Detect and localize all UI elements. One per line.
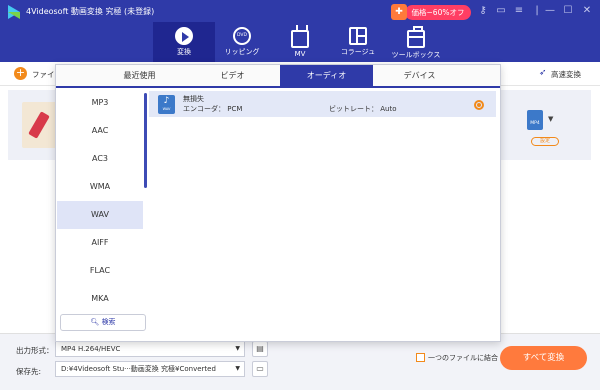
gift-icon: ✚ (391, 4, 407, 20)
format-item-aiff[interactable]: AIFF (57, 229, 143, 257)
save-to-value: D:¥4Videosoft Stu···動画変換 究極¥Converted (61, 365, 216, 373)
format-item-mka[interactable]: MKA (57, 285, 143, 313)
merge-checkbox[interactable] (416, 353, 425, 362)
output-format-value: MP4 H.264/HEVC (61, 345, 121, 353)
tab-mv[interactable]: MV (269, 22, 331, 62)
format-list-scrollbar[interactable] (144, 93, 147, 188)
close-icon[interactable]: ✕ (580, 4, 594, 18)
tab-video[interactable]: ビデオ (186, 65, 279, 86)
preset-encoder: エンコーダ： PCM (183, 105, 243, 113)
format-item-wma[interactable]: WMA (57, 173, 143, 201)
dvd-icon (233, 27, 251, 45)
chevron-down-icon: ▼ (235, 365, 240, 372)
merge-label[interactable]: 一つのファイルに結合 (428, 353, 498, 363)
folder-icon[interactable]: ▭ (252, 361, 268, 377)
toolbox-icon (407, 26, 425, 48)
save-to-label: 保存先: (16, 367, 42, 376)
tab-label: コラージュ (340, 48, 376, 56)
format-search-button[interactable]: 🔍︎ 検索 (60, 314, 146, 331)
divider-icon: | (535, 5, 539, 16)
tv-icon (291, 30, 309, 48)
add-file-icon[interactable]: + (14, 67, 27, 80)
output-format-label: 出力形式： (16, 346, 54, 355)
promo-button[interactable]: 価格−60%オフ (405, 5, 471, 20)
save-to-select[interactable]: D:¥4Videosoft Stu···動画変換 究極¥Converted ▼ (55, 361, 245, 377)
tab-label: MV (294, 50, 306, 58)
tab-ripper[interactable]: リッピング (211, 22, 273, 62)
gear-icon[interactable] (474, 100, 484, 110)
audio-file-icon: ♪ (158, 95, 175, 114)
output-format-select[interactable]: MP4 H.264/HEVC ▼ (55, 341, 245, 357)
format-list: MP3 AAC AC3 WMA WAV AIFF FLAC MKA (57, 89, 143, 341)
tab-device[interactable]: デバイス (373, 65, 466, 86)
format-item-wav[interactable]: WAV (57, 201, 143, 229)
app-title: 4Videosoft 動画変換 究極 (未登録) (26, 7, 155, 16)
chat-icon[interactable]: ▭ (494, 4, 508, 18)
tab-toolbox[interactable]: ツールボックス (385, 22, 447, 62)
fast-convert-label[interactable]: 高速変換 (551, 69, 581, 80)
tab-label: リッピング (224, 48, 260, 56)
title-nav-bar: 4Videosoft 動画変換 究極 (未登録) 価格−60%オフ ✚ ⚷ ▭ … (0, 0, 600, 62)
convert-icon (175, 27, 193, 45)
format-item-aac[interactable]: AAC (57, 117, 143, 145)
minimize-icon[interactable]: — (543, 4, 557, 18)
format-item-ac3[interactable]: AC3 (57, 145, 143, 173)
preset-bitrate: ビットレート： Auto (329, 105, 397, 113)
format-item-flac[interactable]: FLAC (57, 257, 143, 285)
key-icon[interactable]: ⚷ (476, 4, 490, 18)
tab-recent[interactable]: 最近使用 (93, 65, 186, 86)
output-format-icon[interactable]: MP4 (527, 110, 543, 130)
rocket-icon: ➶ (539, 68, 547, 78)
format-settings-icon[interactable]: ▤ (252, 341, 268, 357)
settings-button[interactable]: 設定 (531, 137, 559, 146)
search-icon: 🔍︎ (90, 318, 102, 326)
tab-collage[interactable]: コラージュ (327, 22, 389, 62)
tab-convert[interactable]: 変換 (153, 22, 215, 62)
tab-label: 変換 (177, 48, 191, 56)
tab-label: ツールボックス (391, 51, 441, 59)
collage-icon (349, 27, 367, 45)
maximize-icon[interactable]: ☐ (561, 4, 575, 18)
convert-all-button[interactable]: すべて変換 (500, 346, 587, 370)
preset-item[interactable]: ♪ 無損失 エンコーダ： PCM ビットレート： Auto (149, 91, 496, 117)
menu-icon[interactable]: ≡ (512, 4, 526, 18)
chevron-down-icon[interactable]: ▼ (548, 115, 553, 123)
search-label: 検索 (101, 318, 116, 326)
preset-name: 無損失 (183, 95, 204, 103)
promo[interactable]: 価格−60%オフ ✚ (391, 4, 471, 20)
preset-list: ♪ 無損失 エンコーダ： PCM ビットレート： Auto (149, 89, 500, 341)
format-item-mp3[interactable]: MP3 (57, 89, 143, 117)
app-logo-icon (8, 5, 20, 19)
format-panel: 最近使用 ビデオ オーディオ デバイス MP3 AAC AC3 WMA WAV … (55, 64, 501, 342)
tab-audio[interactable]: オーディオ (280, 65, 373, 86)
format-tabs: 最近使用 ビデオ オーディオ デバイス (56, 65, 500, 88)
chevron-down-icon: ▼ (235, 345, 240, 352)
